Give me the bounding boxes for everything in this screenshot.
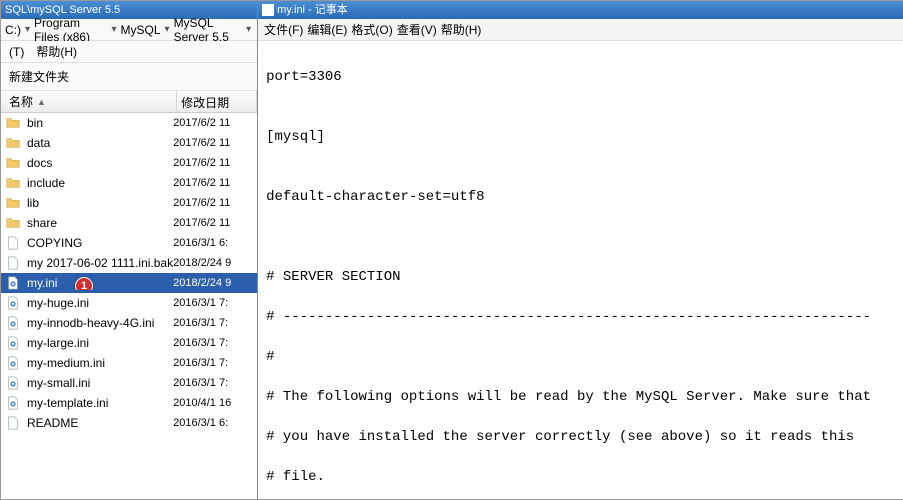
file-name: my-huge.ini (27, 296, 173, 310)
file-name: my-template.ini (27, 396, 173, 410)
folder-icon (5, 115, 21, 131)
file-date: 2016/3/1 7: (173, 337, 253, 349)
chevron-right-icon: ▾ (25, 24, 30, 35)
breadcrumb-seg-1[interactable]: Program Files (x86) (34, 16, 107, 44)
newfolder-bar: 新建文件夹 (1, 63, 257, 91)
explorer-toolbar: (T) 帮助(H) (1, 41, 257, 63)
file-row[interactable]: my.ini12018/2/24 9 (1, 273, 257, 293)
file-row[interactable]: my-small.ini2016/3/1 7: (1, 373, 257, 393)
file-date: 2017/6/2 11 (173, 197, 253, 209)
explorer-pane: SQL\mySQL Server 5.5 C:)▾ Program Files … (1, 1, 258, 499)
ini-icon (5, 315, 21, 331)
notepad-menu: 文件(F) 编辑(E) 格式(O) 查看(V) 帮助(H) (258, 19, 903, 41)
file-row[interactable]: share2017/6/2 11 (1, 213, 257, 233)
file-row[interactable]: my 2017-06-02 1111.ini.bak2018/2/24 9 (1, 253, 257, 273)
file-icon (5, 235, 21, 251)
file-name: lib (27, 196, 173, 210)
chevron-right-icon: ▾ (246, 24, 251, 35)
file-date: 2017/6/2 11 (173, 177, 253, 189)
breadcrumb-seg-0[interactable]: C:) (5, 23, 21, 37)
file-row[interactable]: include2017/6/2 11 (1, 173, 257, 193)
file-row[interactable]: README2016/3/1 6: (1, 413, 257, 433)
new-folder-button[interactable]: 新建文件夹 (9, 68, 69, 85)
ini-icon (5, 395, 21, 411)
file-name: my-small.ini (27, 376, 173, 390)
file-icon (5, 255, 21, 271)
ini-icon (5, 275, 21, 291)
list-header: 名称▲ 修改日期 (1, 91, 257, 113)
col-header-date[interactable]: 修改日期 (177, 91, 257, 112)
file-date: 2017/6/2 11 (173, 137, 253, 149)
notepad-pane: my.ini - 记事本 文件(F) 编辑(E) 格式(O) 查看(V) 帮助(… (258, 1, 903, 499)
editor-area[interactable]: port=3306 [mysql] default-character-set=… (258, 41, 903, 499)
breadcrumb-seg-3[interactable]: MySQL Server 5.5 (174, 16, 243, 44)
notepad-icon (262, 4, 274, 16)
file-name: share (27, 216, 173, 230)
file-name: my-medium.ini (27, 356, 173, 370)
file-date: 2017/6/2 11 (173, 157, 253, 169)
file-name: docs (27, 156, 173, 170)
ini-icon (5, 335, 21, 351)
file-row[interactable]: lib2017/6/2 11 (1, 193, 257, 213)
file-row[interactable]: my-large.ini2016/3/1 7: (1, 333, 257, 353)
folder-icon (5, 195, 21, 211)
file-name: my.ini1 (27, 276, 173, 290)
ini-icon (5, 375, 21, 391)
ini-icon (5, 355, 21, 371)
folder-icon (5, 215, 21, 231)
menu-file[interactable]: 文件(F) (264, 21, 303, 38)
file-row[interactable]: bin2017/6/2 11 (1, 113, 257, 133)
menu-help[interactable]: 帮助(H) (441, 21, 482, 38)
file-date: 2016/3/1 6: (173, 417, 253, 429)
menu-format[interactable]: 格式(O) (351, 21, 392, 38)
file-date: 2016/3/1 7: (173, 357, 253, 369)
file-name: my 2017-06-02 1111.ini.bak (27, 256, 173, 270)
notepad-title: my.ini - 记事本 (258, 1, 903, 19)
file-date: 2016/3/1 7: (173, 297, 253, 309)
file-date: 2016/3/1 6: (173, 237, 253, 249)
file-icon (5, 415, 21, 431)
chevron-right-icon: ▾ (165, 24, 170, 35)
menu-edit[interactable]: 编辑(E) (307, 21, 347, 38)
file-name: README (27, 416, 173, 430)
file-row[interactable]: my-template.ini2010/4/1 16 (1, 393, 257, 413)
toolbar-t[interactable]: (T) (9, 45, 24, 59)
file-row[interactable]: data2017/6/2 11 (1, 133, 257, 153)
col-header-name[interactable]: 名称▲ (1, 91, 177, 112)
ini-icon (5, 295, 21, 311)
file-name: bin (27, 116, 173, 130)
file-row[interactable]: my-huge.ini2016/3/1 7: (1, 293, 257, 313)
file-date: 2016/3/1 7: (173, 377, 253, 389)
file-row[interactable]: my-innodb-heavy-4G.ini2016/3/1 7: (1, 313, 257, 333)
file-name: my-large.ini (27, 336, 173, 350)
file-row[interactable]: docs2017/6/2 11 (1, 153, 257, 173)
file-row[interactable]: COPYING2016/3/1 6: (1, 233, 257, 253)
file-date: 2016/3/1 7: (173, 317, 253, 329)
file-name: COPYING (27, 236, 173, 250)
folder-icon (5, 155, 21, 171)
file-name: include (27, 176, 173, 190)
breadcrumb-seg-2[interactable]: MySQL (121, 23, 161, 37)
breadcrumb[interactable]: C:) ▾ Program Files (x86) ▾ MySQL ▾ MySQL S… (1, 19, 257, 41)
file-date: 2018/2/24 9 (173, 257, 253, 269)
toolbar-help[interactable]: 帮助(H) (36, 43, 77, 60)
file-date: 2018/2/24 9 (173, 277, 253, 289)
menu-view[interactable]: 查看(V) (397, 21, 437, 38)
chevron-right-icon: ▾ (111, 24, 116, 35)
folder-icon (5, 175, 21, 191)
folder-icon (5, 135, 21, 151)
file-name: my-innodb-heavy-4G.ini (27, 316, 173, 330)
file-name: data (27, 136, 173, 150)
sort-asc-icon: ▲ (37, 97, 46, 107)
file-date: 2010/4/1 16 (173, 397, 253, 409)
file-list[interactable]: bin2017/6/2 11data2017/6/2 11docs2017/6/… (1, 113, 257, 499)
badge-1: 1 (75, 277, 93, 290)
file-date: 2017/6/2 11 (173, 217, 253, 229)
file-row[interactable]: my-medium.ini2016/3/1 7: (1, 353, 257, 373)
file-date: 2017/6/2 11 (173, 117, 253, 129)
